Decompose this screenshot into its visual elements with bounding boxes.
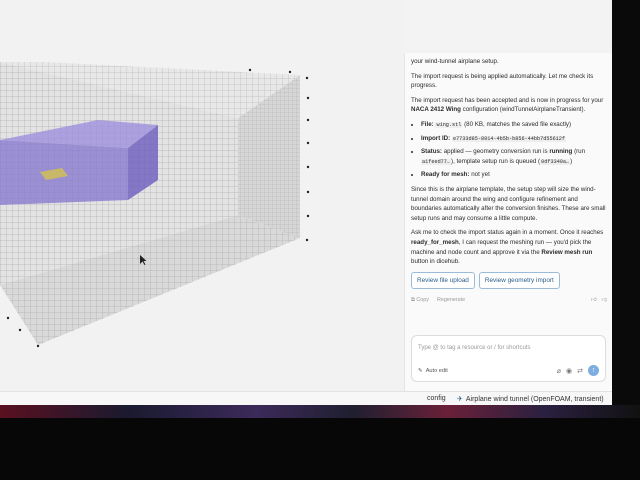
- pencil-icon: ✎: [418, 368, 423, 374]
- wing-config-name: NACA 2412 Wing: [411, 106, 461, 114]
- status-text: ): [570, 157, 573, 165]
- action-buttons: Review file upload Review geometry impor…: [411, 271, 607, 290]
- simulation-selector[interactable]: ✈ Airplane wind tunnel (OpenFOAM, transi…: [457, 395, 604, 404]
- chat-thread: your wind-tunnel airplane setup. The imp…: [411, 58, 607, 306]
- review-file-upload-button[interactable]: Review file upload: [411, 271, 475, 290]
- detail-ready: Ready for mesh: not yet: [421, 170, 607, 180]
- review-geometry-import-button[interactable]: Review geometry import: [478, 271, 560, 290]
- screen-bezel: [612, 0, 640, 405]
- msg-text: The import request has been accepted and…: [411, 96, 604, 104]
- status-text: (run: [572, 148, 586, 156]
- regenerate-button[interactable]: Regenerate: [437, 296, 465, 306]
- detail-label: Status:: [421, 148, 442, 156]
- chat-message-next-steps: Ask me to check the import status again …: [411, 228, 607, 266]
- composer-placeholder[interactable]: Type @ to tag a resource or / for shortc…: [418, 345, 530, 351]
- message-composer[interactable]: Type @ to tag a resource or / for shortc…: [411, 335, 606, 382]
- import-id: e7733d85-8914-4b5b-b856-44bb7d55612f: [451, 135, 567, 142]
- msg-text: Ask me to check the import status again …: [411, 229, 604, 237]
- camera-icon[interactable]: ◉: [566, 367, 572, 375]
- chat-intro-fragment: your wind-tunnel airplane setup.: [411, 58, 499, 65]
- status-text: applied — geometry conversion run is: [443, 148, 550, 156]
- status-running: running: [549, 148, 573, 156]
- ready-for-mesh-term: ready_for_mesh: [411, 238, 459, 246]
- chat-message-setup: Since this is the airplane template, the…: [411, 185, 606, 222]
- attach-icon[interactable]: ⌀: [557, 367, 561, 375]
- msg-text: button in dicehub.: [411, 258, 460, 266]
- import-details-list: File: wing.stl (80 KB, matches the saved…: [411, 120, 607, 180]
- detail-file: File: wing.stl (80 KB, matches the saved…: [421, 120, 607, 131]
- auto-edit-toggle[interactable]: ✎ Auto edit: [418, 368, 448, 374]
- status-text: ), template setup run is queued (: [451, 157, 541, 165]
- msg-text: configuration (windTunnelAirplaneTransie…: [460, 106, 586, 114]
- detail-label: File:: [421, 120, 434, 128]
- detail-status: Status: applied — geometry conversion ru…: [421, 147, 607, 167]
- simulation-name: Airplane wind tunnel (OpenFOAM, transien…: [465, 395, 604, 403]
- detail-label: Ready for mesh:: [421, 171, 470, 179]
- chat-message-progress: The import request is being applied auto…: [411, 72, 594, 90]
- desktop-background-strip: [0, 405, 640, 418]
- auto-edit-label: Auto edit: [425, 368, 448, 374]
- mesh-canvas[interactable]: [0, 0, 404, 392]
- ready-value: not yet: [471, 171, 490, 179]
- composer-tools: ⌀ ◉ ⇄ ↑: [557, 365, 599, 376]
- thumbs-down-icon[interactable]: 👎︎: [602, 296, 607, 306]
- file-note: (80 KB, matches the saved file exactly): [464, 120, 572, 128]
- detail-import-id: Import ID: e7733d85-8914-4b5b-b856-44bb7…: [421, 134, 607, 145]
- send-icon[interactable]: ↑: [588, 365, 599, 376]
- airplane-icon: ✈: [457, 396, 463, 403]
- status-bar: config ✈ Airplane wind tunnel (OpenFOAM,…: [0, 391, 612, 405]
- config-label[interactable]: config: [427, 395, 446, 402]
- chat-message-accepted: The import request has been accepted and…: [411, 96, 607, 115]
- feedback-icons: 👍︎ 👎︎: [591, 296, 607, 306]
- message-actions: ⧉ Copy Regenerate 👍︎ 👎︎: [411, 296, 607, 306]
- file-name: wing.stl: [435, 121, 463, 128]
- detail-label: Import ID:: [421, 134, 451, 142]
- thumbs-up-icon[interactable]: 👍︎: [591, 296, 597, 306]
- app-window: your wind-tunnel airplane setup. The imp…: [0, 0, 612, 405]
- queued-run-id: 0df3340a…: [540, 158, 571, 165]
- run-id: a1feed77…: [421, 158, 452, 165]
- review-mesh-run-term: Review mesh run: [541, 248, 593, 256]
- copy-label: Copy: [416, 297, 429, 304]
- settings-icon[interactable]: ⇄: [577, 367, 583, 375]
- copy-button[interactable]: ⧉ Copy: [411, 296, 429, 306]
- mesh-viewport[interactable]: [0, 0, 404, 392]
